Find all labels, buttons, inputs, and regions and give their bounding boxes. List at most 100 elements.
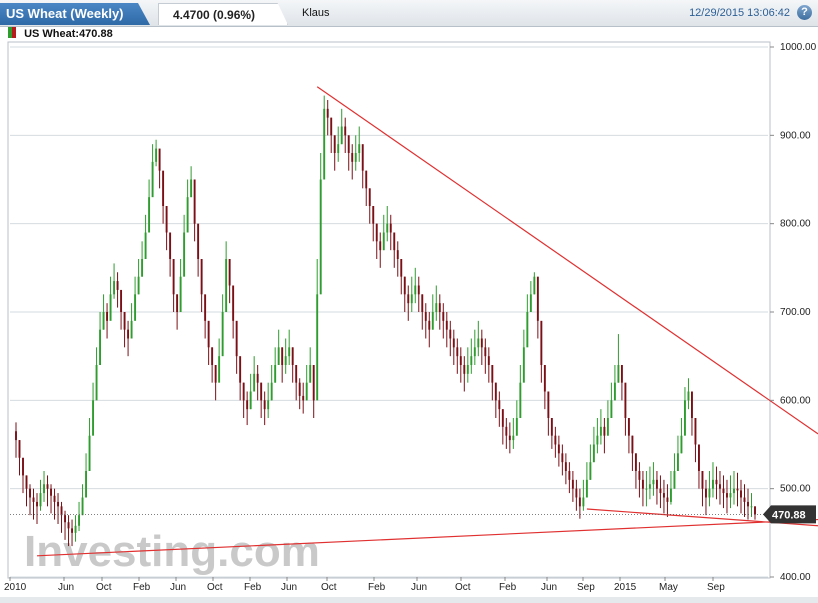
candle-body [123, 312, 126, 330]
candle-body [312, 365, 315, 401]
candle-body [18, 440, 21, 458]
candle-body [288, 347, 291, 357]
candle-body [256, 373, 259, 383]
candle-body [15, 431, 17, 441]
chart-legend: US Wheat:470.88 [8, 27, 113, 41]
candle-body [561, 453, 564, 463]
candle-body [204, 294, 207, 321]
candle-body [715, 479, 718, 485]
candle-body [60, 506, 63, 516]
candle-body [232, 285, 235, 321]
candle-body [382, 232, 385, 251]
candle-body [529, 294, 532, 312]
candle-body [344, 126, 347, 136]
candle-body [302, 395, 305, 401]
candle-body [113, 281, 116, 295]
candle-body [372, 206, 375, 224]
x-tick-label: Oct [321, 582, 337, 593]
candle-body [295, 365, 298, 383]
candle-body [477, 338, 480, 348]
candle-body [102, 312, 105, 330]
candle-body [351, 153, 354, 162]
candle-body [666, 497, 669, 502]
horizontal-scrollbar[interactable] [0, 597, 818, 603]
candle-body [578, 497, 581, 507]
candle-body [540, 320, 543, 365]
candle-body [403, 276, 406, 295]
legend-swatch-icon [8, 27, 16, 38]
candle-body [442, 312, 445, 321]
candle-body [249, 391, 252, 410]
candle-body [78, 515, 81, 526]
x-tick-label: Oct [96, 582, 112, 593]
candle-body [410, 294, 413, 304]
datetime: 12/29/2015 13:06:42 [689, 7, 790, 19]
candle-body [186, 197, 189, 233]
candle-body [67, 522, 70, 529]
x-tick-label: 2015 [614, 582, 637, 593]
candle-body [260, 382, 263, 401]
candle-body [190, 179, 193, 198]
candle-body [690, 391, 693, 418]
chart-header: US Wheat (Weekly) 4.4700 (0.96%) Klaus 1… [0, 0, 818, 27]
candle-body [606, 418, 609, 436]
candle-body [298, 382, 301, 396]
candle-body [326, 108, 329, 118]
candle-body [25, 475, 28, 489]
candle-body [459, 356, 462, 365]
candle-body [361, 144, 364, 171]
candle-body [358, 144, 361, 153]
candle-body [71, 528, 73, 533]
candle-body [428, 320, 431, 330]
candle-body [694, 418, 697, 445]
candle-body [386, 223, 389, 233]
candle-body [673, 471, 676, 489]
candle-body [522, 347, 525, 383]
candle-body [705, 488, 707, 498]
candle-body [144, 232, 147, 259]
candle-body [501, 409, 504, 427]
candle-body [449, 329, 452, 339]
candle-body [214, 365, 217, 383]
chart-title-tab[interactable]: US Wheat (Weekly) [0, 3, 150, 25]
help-icon[interactable]: ? [797, 5, 812, 20]
x-tick-label: Oct [207, 582, 223, 593]
candle-body [676, 453, 679, 471]
x-tick-label: Jun [170, 582, 186, 593]
candle-body [508, 435, 511, 441]
candle-body [634, 453, 637, 471]
candle-body [610, 400, 613, 418]
candle-body [582, 497, 585, 507]
candle-body [480, 338, 483, 348]
candle-body [515, 418, 518, 436]
candle-body [393, 232, 396, 251]
x-tick-label: 2010 [4, 582, 27, 593]
candle-body [484, 347, 487, 357]
candle-body [662, 493, 665, 498]
candle-body [365, 170, 368, 189]
candle-body [340, 126, 343, 145]
candle-body [417, 285, 420, 295]
candle-body [32, 497, 35, 502]
candle-body [554, 435, 557, 445]
candle-body [291, 347, 294, 365]
candle-body [519, 382, 522, 418]
candle-body [712, 479, 714, 489]
candle-body [116, 281, 119, 290]
candle-body [221, 312, 224, 357]
candle-body [631, 435, 634, 454]
candle-body [743, 497, 746, 502]
candle-body [130, 320, 133, 339]
x-tick-label: Feb [499, 582, 517, 593]
candle-body [729, 493, 732, 498]
candle-body [438, 303, 441, 312]
candle-body [211, 347, 214, 365]
candle-body [498, 400, 501, 410]
candle-body [165, 206, 168, 233]
x-tick-label: Oct [455, 582, 471, 593]
candle-body [655, 479, 658, 489]
candle-body [92, 400, 95, 436]
candle-body [22, 457, 24, 476]
candle-body [64, 515, 66, 523]
price-chart[interactable]: Investing.com 1000.00900.00800.00700.006… [0, 0, 818, 603]
